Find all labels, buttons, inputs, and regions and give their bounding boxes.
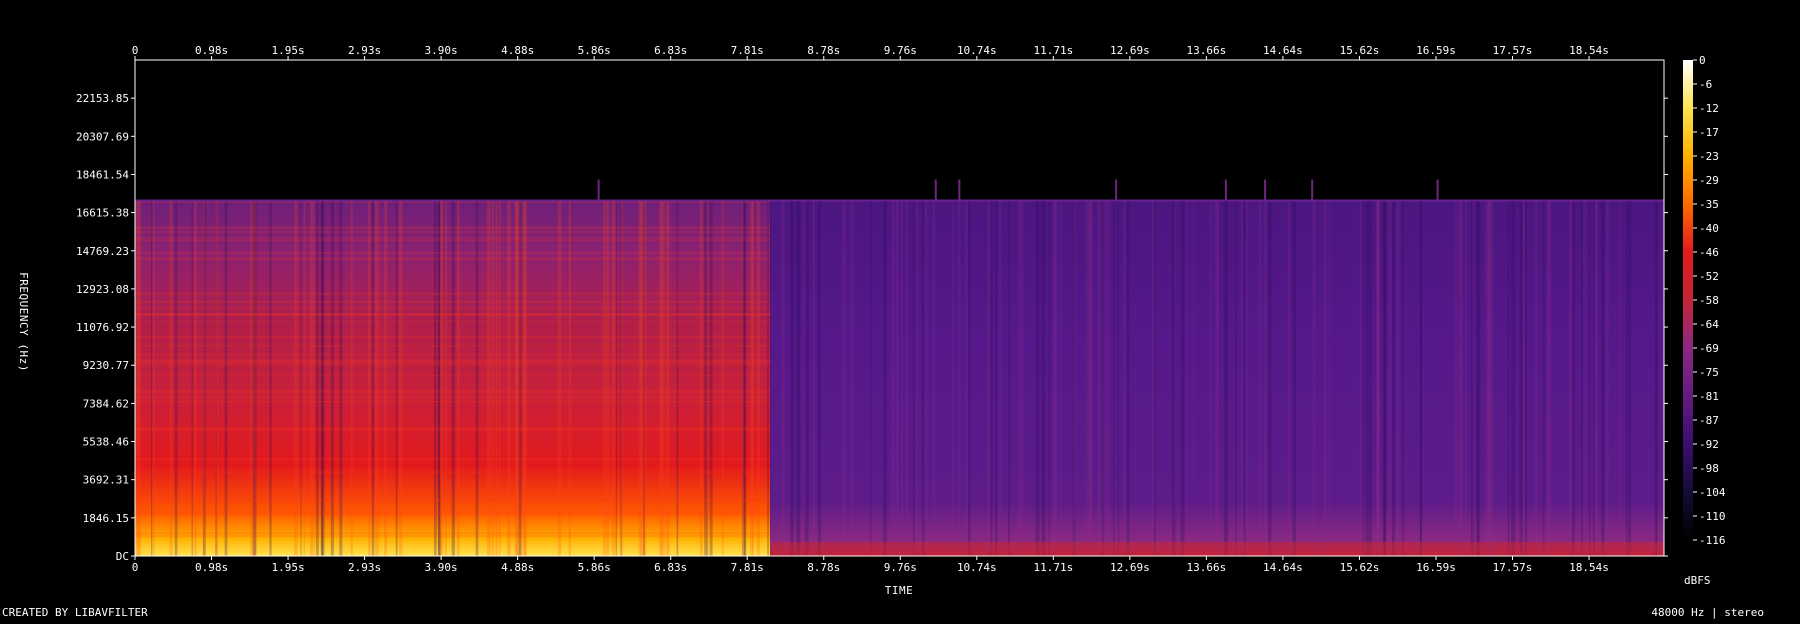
y-tick-label: 12923.08 bbox=[76, 283, 129, 296]
x-tick-label-bottom: 0 bbox=[132, 561, 139, 574]
x-tick-label-bottom: 17.57s bbox=[1493, 561, 1533, 574]
x-tick-label-bottom: 15.62s bbox=[1340, 561, 1380, 574]
x-tick-label-top: 14.64s bbox=[1263, 44, 1303, 57]
y-tick-label: 3692.31 bbox=[83, 474, 129, 487]
y-axis-label: FREQUENCY (Hz) bbox=[17, 272, 30, 372]
y-tick-label: 9230.77 bbox=[83, 359, 129, 372]
colorbar-tick-label: -110 bbox=[1699, 510, 1726, 523]
x-tick-label-top: 18.54s bbox=[1569, 44, 1609, 57]
y-tick-label: 20307.69 bbox=[76, 130, 129, 143]
colorbar-gradient bbox=[1683, 60, 1693, 540]
colorbar-tick-label: -23 bbox=[1699, 150, 1719, 163]
x-tick-label-bottom: 2.93s bbox=[348, 561, 381, 574]
x-tick-label-top: 9.76s bbox=[884, 44, 917, 57]
colorbar-tick-label: -92 bbox=[1699, 438, 1719, 451]
x-tick-label-top: 8.78s bbox=[807, 44, 840, 57]
colorbar-tick-label: -46 bbox=[1699, 246, 1719, 259]
x-tick-label-top: 2.93s bbox=[348, 44, 381, 57]
colorbar-tick-label: -75 bbox=[1699, 366, 1719, 379]
x-tick-label-bottom: 9.76s bbox=[884, 561, 917, 574]
x-tick-label-top: 10.74s bbox=[957, 44, 997, 57]
footer-format: 48000 Hz | stereo bbox=[1651, 606, 1764, 619]
x-tick-label-top: 0 bbox=[132, 44, 139, 57]
y-tick-label: 22153.85 bbox=[76, 92, 129, 105]
x-tick-label-bottom: 16.59s bbox=[1416, 561, 1456, 574]
x-tick-label-bottom: 7.81s bbox=[731, 561, 764, 574]
y-tick-label: 18461.54 bbox=[76, 168, 129, 181]
x-tick-label-top: 0.98s bbox=[195, 44, 228, 57]
colorbar-tick-label: -29 bbox=[1699, 174, 1719, 187]
x-tick-label-top: 13.66s bbox=[1187, 44, 1227, 57]
x-tick-label-top: 11.71s bbox=[1033, 44, 1073, 57]
y-tick-label: 1846.15 bbox=[83, 512, 129, 525]
x-tick-label-bottom: 14.64s bbox=[1263, 561, 1303, 574]
colorbar: 0 -6 -12 -17 -23 -29 -35 -40 -46 -52 -58 -64 -69 -75 -… bbox=[1683, 54, 1726, 547]
x-tick-label-bottom: 10.74s bbox=[957, 561, 997, 574]
x-axis-label: TIME bbox=[885, 584, 914, 597]
colorbar-tick-label: -12 bbox=[1699, 102, 1719, 115]
x-tick-label-top: 12.69s bbox=[1110, 44, 1150, 57]
y-tick-label: 16615.38 bbox=[76, 207, 129, 220]
y-tick-label: DC bbox=[116, 550, 129, 563]
colorbar-tick-label: -58 bbox=[1699, 294, 1719, 307]
colorbar-tick-label: -40 bbox=[1699, 222, 1719, 235]
colorbar-tick-label: -6 bbox=[1699, 78, 1712, 91]
x-tick-label-bottom: 11.71s bbox=[1033, 561, 1073, 574]
x-tick-label-top: 1.95s bbox=[271, 44, 304, 57]
x-tick-label-bottom: 4.88s bbox=[501, 561, 534, 574]
colorbar-unit-label: dBFS bbox=[1684, 574, 1711, 587]
x-tick-label-bottom: 18.54s bbox=[1569, 561, 1609, 574]
footer-credit: CREATED BY LIBAVFILTER bbox=[2, 606, 148, 619]
y-tick-label: 7384.62 bbox=[83, 397, 129, 410]
x-tick-label-bottom: 8.78s bbox=[807, 561, 840, 574]
colorbar-tick-label: -64 bbox=[1699, 318, 1719, 331]
colorbar-tick-label: -52 bbox=[1699, 270, 1719, 283]
colorbar-tick-label: -87 bbox=[1699, 414, 1719, 427]
y-tick-label: 14769.23 bbox=[76, 245, 129, 258]
colorbar-tick-label: -35 bbox=[1699, 198, 1719, 211]
colorbar-tick-label: -17 bbox=[1699, 126, 1719, 139]
x-axis-bottom: 0 0.98s 1.95s 2.93s 3.90s 4.88s 5.86s 6.83s 7.81… bbox=[132, 556, 1609, 574]
y-tick-label: 5538.46 bbox=[83, 436, 129, 449]
x-tick-label-top: 5.86s bbox=[578, 44, 611, 57]
spectrogram-figure: 0 0.98s 1.95s 2.93s 3.90s 4.88s 5.86s 6.83s 7.81… bbox=[0, 0, 1800, 619]
colorbar-tick-label: -98 bbox=[1699, 462, 1719, 475]
plot-area bbox=[134, 59, 1665, 557]
x-tick-label-top: 7.81s bbox=[731, 44, 764, 57]
x-tick-label-top: 16.59s bbox=[1416, 44, 1456, 57]
spectrogram-chart: 0 0.98s 1.95s 2.93s 3.90s 4.88s 5.86s 6.83s 7.81… bbox=[2, 44, 1764, 619]
x-tick-label-bottom: 3.90s bbox=[425, 561, 458, 574]
x-tick-label-bottom: 5.86s bbox=[578, 561, 611, 574]
colorbar-tick-label: -104 bbox=[1699, 486, 1726, 499]
x-tick-label-top: 17.57s bbox=[1493, 44, 1533, 57]
x-axis-top: 0 0.98s 1.95s 2.93s 3.90s 4.88s 5.86s 6.83s 7.81… bbox=[132, 44, 1609, 60]
x-tick-label-top: 6.83s bbox=[654, 44, 687, 57]
x-tick-label-bottom: 12.69s bbox=[1110, 561, 1150, 574]
colorbar-tick-label: 0 bbox=[1699, 54, 1706, 67]
colorbar-tick-label: -69 bbox=[1699, 342, 1719, 355]
x-tick-label-bottom: 13.66s bbox=[1187, 561, 1227, 574]
x-tick-label-bottom: 1.95s bbox=[271, 561, 304, 574]
x-tick-label-top: 15.62s bbox=[1340, 44, 1380, 57]
x-tick-label-bottom: 0.98s bbox=[195, 561, 228, 574]
y-tick-label: 11076.92 bbox=[76, 321, 129, 334]
x-tick-label-top: 3.90s bbox=[425, 44, 458, 57]
colorbar-tick-label: -81 bbox=[1699, 390, 1719, 403]
colorbar-tick-label: -116 bbox=[1699, 534, 1726, 547]
x-tick-label-bottom: 6.83s bbox=[654, 561, 687, 574]
x-tick-label-top: 4.88s bbox=[501, 44, 534, 57]
